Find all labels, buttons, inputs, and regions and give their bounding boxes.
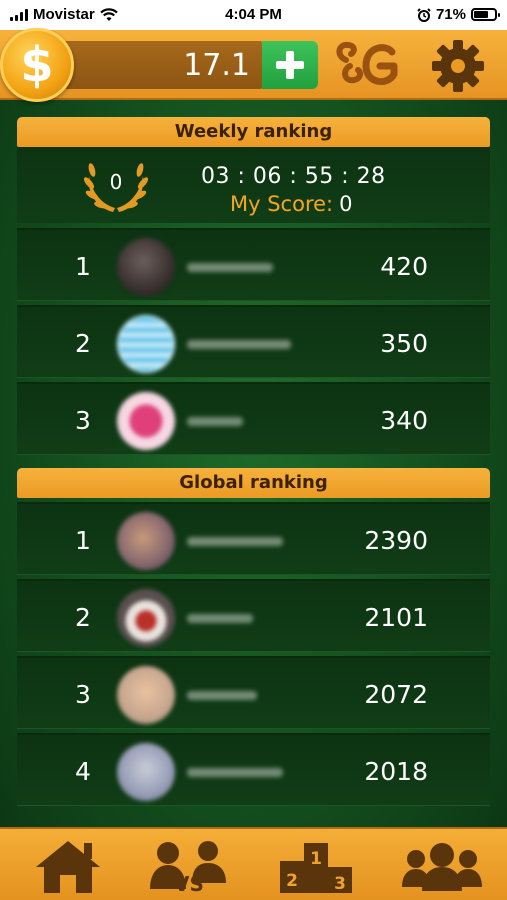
versus-icon[interactable]: VS bbox=[148, 837, 228, 895]
row-rank: 2 bbox=[75, 329, 91, 358]
global-ranking-panel: Global ranking 1 2390 2 2101 3 2072 4 20… bbox=[17, 468, 490, 811]
global-row[interactable]: 4 2018 bbox=[17, 733, 490, 806]
podium-first-label: 1 bbox=[310, 849, 322, 869]
row-score: 2101 bbox=[364, 603, 428, 632]
avatar bbox=[117, 512, 175, 570]
global-ranking-title: Global ranking bbox=[17, 468, 490, 498]
global-row[interactable]: 2 2101 bbox=[17, 579, 490, 652]
podium-second-label: 2 bbox=[286, 871, 298, 891]
global-row[interactable]: 3 2072 bbox=[17, 656, 490, 729]
player-name-blurred bbox=[187, 417, 243, 426]
avatar bbox=[117, 589, 175, 647]
my-score-value: 0 bbox=[339, 192, 353, 216]
coin-icon[interactable]: $ bbox=[0, 28, 74, 102]
row-score: 2390 bbox=[364, 526, 428, 555]
weekly-ranking-title: Weekly ranking bbox=[17, 117, 490, 147]
row-rank: 3 bbox=[75, 406, 91, 435]
bottom-nav: VS 2 1 3 bbox=[0, 827, 507, 900]
global-row[interactable]: 1 2390 bbox=[17, 502, 490, 575]
row-score: 2018 bbox=[364, 757, 428, 786]
row-score: 420 bbox=[380, 252, 428, 281]
battery-percent: 71% bbox=[435, 6, 466, 23]
alarm-icon bbox=[417, 7, 431, 22]
avatar bbox=[117, 315, 175, 373]
add-coins-button[interactable] bbox=[262, 41, 318, 89]
weekly-row[interactable]: 1 420 bbox=[17, 228, 490, 301]
row-score: 2072 bbox=[364, 680, 428, 709]
friends-icon[interactable] bbox=[402, 837, 482, 895]
balance-bar: 17.1 bbox=[50, 41, 262, 89]
row-rank: 1 bbox=[75, 252, 91, 281]
home-icon[interactable] bbox=[28, 837, 108, 895]
player-name-blurred bbox=[187, 537, 283, 546]
player-name-blurred bbox=[187, 340, 291, 349]
avatar bbox=[117, 743, 175, 801]
coin-balance: 17.1 bbox=[183, 48, 250, 83]
plus-icon bbox=[276, 51, 304, 79]
player-name-blurred bbox=[187, 263, 273, 272]
player-name-blurred bbox=[187, 768, 283, 777]
gear-icon[interactable] bbox=[430, 38, 486, 94]
player-name-blurred bbox=[187, 614, 253, 623]
top-bar: 17.1 $ bbox=[0, 28, 507, 102]
my-score: My Score: 0 bbox=[230, 192, 353, 216]
podium-third-label: 3 bbox=[334, 874, 346, 894]
weekly-info: 0 03 : 06 : 55 : 28 My Score: 0 bbox=[17, 147, 490, 223]
avatar bbox=[117, 238, 175, 296]
row-rank: 1 bbox=[75, 526, 91, 555]
weekly-row[interactable]: 3 340 bbox=[17, 382, 490, 455]
svg-text:VS: VS bbox=[174, 872, 204, 895]
my-score-label: My Score: bbox=[230, 192, 334, 216]
weekly-row[interactable]: 2 350 bbox=[17, 305, 490, 378]
row-rank: 2 bbox=[75, 603, 91, 632]
row-score: 340 bbox=[380, 406, 428, 435]
weekly-countdown: 03 : 06 : 55 : 28 bbox=[201, 164, 386, 189]
row-rank: 4 bbox=[75, 757, 91, 786]
row-score: 350 bbox=[380, 329, 428, 358]
podium-icon[interactable]: 2 1 3 bbox=[276, 837, 356, 895]
row-rank: 3 bbox=[75, 680, 91, 709]
avatar bbox=[117, 666, 175, 724]
g-logo-icon[interactable] bbox=[332, 36, 404, 94]
player-name-blurred bbox=[187, 691, 257, 700]
status-bar: Movistar 4:04 PM 71% bbox=[0, 0, 507, 30]
avatar bbox=[117, 392, 175, 450]
battery-icon bbox=[471, 8, 500, 21]
weekly-ranking-panel: Weekly ranking 0 03 : 06 : 55 : 28 My Sc… bbox=[17, 117, 490, 460]
weekly-laurel-value: 0 bbox=[109, 170, 123, 194]
